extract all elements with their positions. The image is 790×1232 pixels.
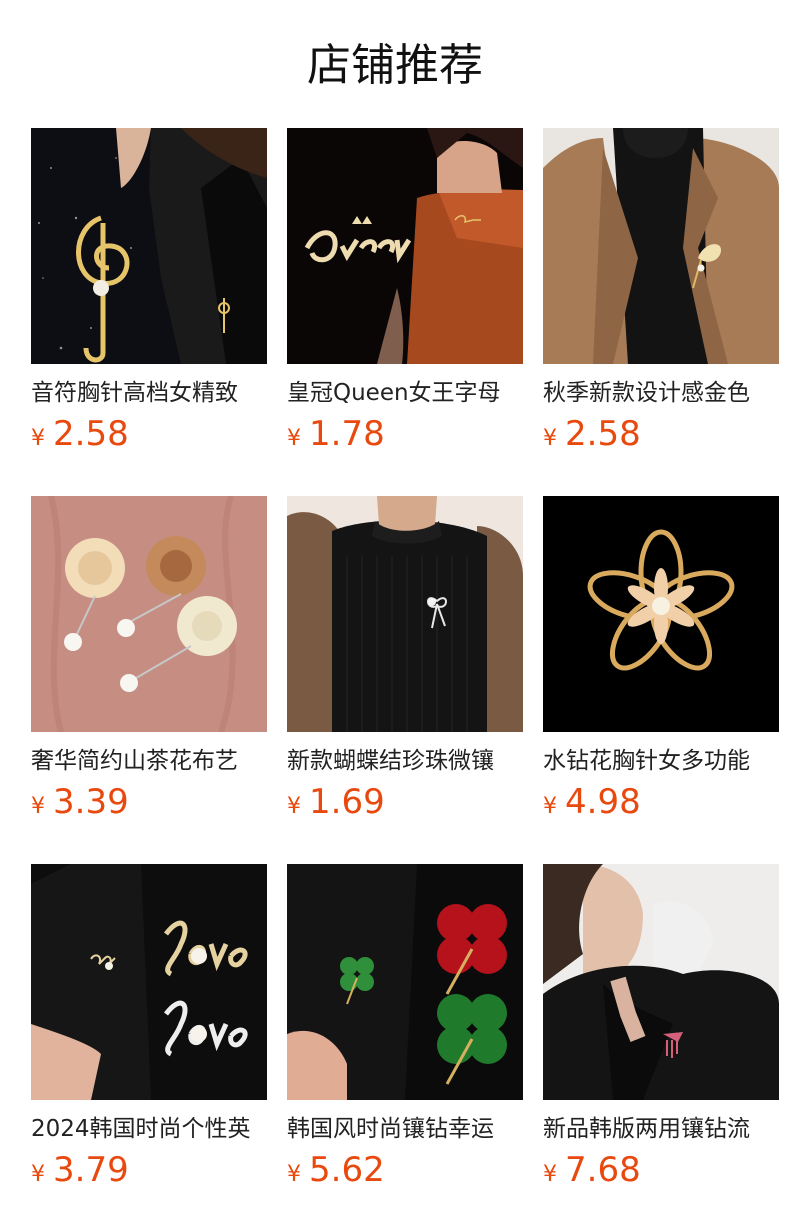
product-card[interactable]: 韩国风时尚镶钻幸运 ¥ 5.62 bbox=[287, 864, 523, 1232]
product-price: ¥ 1.78 bbox=[287, 414, 523, 456]
product-price: ¥ 1.69 bbox=[287, 782, 523, 824]
product-name[interactable]: 音符胸针高档女精致 bbox=[31, 376, 267, 410]
product-card[interactable]: 皇冠Queen女王字母 ¥ 1.78 bbox=[287, 128, 523, 496]
price-amount: 1.69 bbox=[309, 782, 385, 822]
product-card[interactable]: 新品韩版两用镶钻流 ¥ 7.68 bbox=[543, 864, 779, 1232]
currency-symbol: ¥ bbox=[543, 794, 557, 819]
price-amount: 5.62 bbox=[309, 1150, 385, 1190]
product-image[interactable] bbox=[287, 864, 523, 1100]
price-amount: 1.78 bbox=[309, 414, 385, 454]
product-image[interactable] bbox=[543, 864, 779, 1100]
price-amount: 4.98 bbox=[565, 782, 641, 822]
currency-symbol: ¥ bbox=[31, 794, 45, 819]
product-card[interactable]: 奢华简约山茶花布艺 ¥ 3.39 bbox=[31, 496, 267, 864]
product-name[interactable]: 新款蝴蝶结珍珠微镶 bbox=[287, 744, 523, 778]
product-name[interactable]: 2024韩国时尚个性英 bbox=[31, 1112, 267, 1146]
product-card[interactable]: 2024韩国时尚个性英 ¥ 3.79 bbox=[31, 864, 267, 1232]
recommended-products-page: 店铺推荐 音符胸针高档女精致 ¥ 2.58 皇冠Queen女王字母 ¥ 1.78… bbox=[0, 0, 790, 1232]
product-grid: 音符胸针高档女精致 ¥ 2.58 皇冠Queen女王字母 ¥ 1.78 秋季新款… bbox=[31, 128, 790, 1232]
product-name[interactable]: 韩国风时尚镶钻幸运 bbox=[287, 1112, 523, 1146]
price-amount: 2.58 bbox=[565, 414, 641, 454]
product-price: ¥ 5.62 bbox=[287, 1150, 523, 1192]
product-price: ¥ 2.58 bbox=[543, 414, 779, 456]
product-name[interactable]: 水钻花胸针女多功能 bbox=[543, 744, 779, 778]
product-image[interactable] bbox=[543, 128, 779, 364]
product-name[interactable]: 秋季新款设计感金色 bbox=[543, 376, 779, 410]
currency-symbol: ¥ bbox=[543, 1162, 557, 1187]
product-price: ¥ 2.58 bbox=[31, 414, 267, 456]
product-card[interactable]: 新款蝴蝶结珍珠微镶 ¥ 1.69 bbox=[287, 496, 523, 864]
currency-symbol: ¥ bbox=[287, 794, 301, 819]
product-image[interactable] bbox=[543, 496, 779, 732]
product-price: ¥ 3.79 bbox=[31, 1150, 267, 1192]
currency-symbol: ¥ bbox=[287, 1162, 301, 1187]
product-name[interactable]: 新品韩版两用镶钻流 bbox=[543, 1112, 779, 1146]
product-name[interactable]: 皇冠Queen女王字母 bbox=[287, 376, 523, 410]
product-price: ¥ 4.98 bbox=[543, 782, 779, 824]
currency-symbol: ¥ bbox=[31, 1162, 45, 1187]
product-card[interactable]: 秋季新款设计感金色 ¥ 2.58 bbox=[543, 128, 779, 496]
price-amount: 2.58 bbox=[53, 414, 129, 454]
currency-symbol: ¥ bbox=[31, 426, 45, 451]
product-image[interactable] bbox=[31, 128, 267, 364]
product-image[interactable] bbox=[31, 496, 267, 732]
product-image[interactable] bbox=[287, 496, 523, 732]
price-amount: 3.79 bbox=[53, 1150, 129, 1190]
price-amount: 7.68 bbox=[565, 1150, 641, 1190]
product-card[interactable]: 音符胸针高档女精致 ¥ 2.58 bbox=[31, 128, 267, 496]
currency-symbol: ¥ bbox=[543, 426, 557, 451]
product-name[interactable]: 奢华简约山茶花布艺 bbox=[31, 744, 267, 778]
product-image[interactable] bbox=[287, 128, 523, 364]
product-price: ¥ 3.39 bbox=[31, 782, 267, 824]
section-title: 店铺推荐 bbox=[307, 40, 483, 91]
product-card[interactable]: 水钻花胸针女多功能 ¥ 4.98 bbox=[543, 496, 779, 864]
product-image[interactable] bbox=[31, 864, 267, 1100]
product-price: ¥ 7.68 bbox=[543, 1150, 779, 1192]
currency-symbol: ¥ bbox=[287, 426, 301, 451]
price-amount: 3.39 bbox=[53, 782, 129, 822]
